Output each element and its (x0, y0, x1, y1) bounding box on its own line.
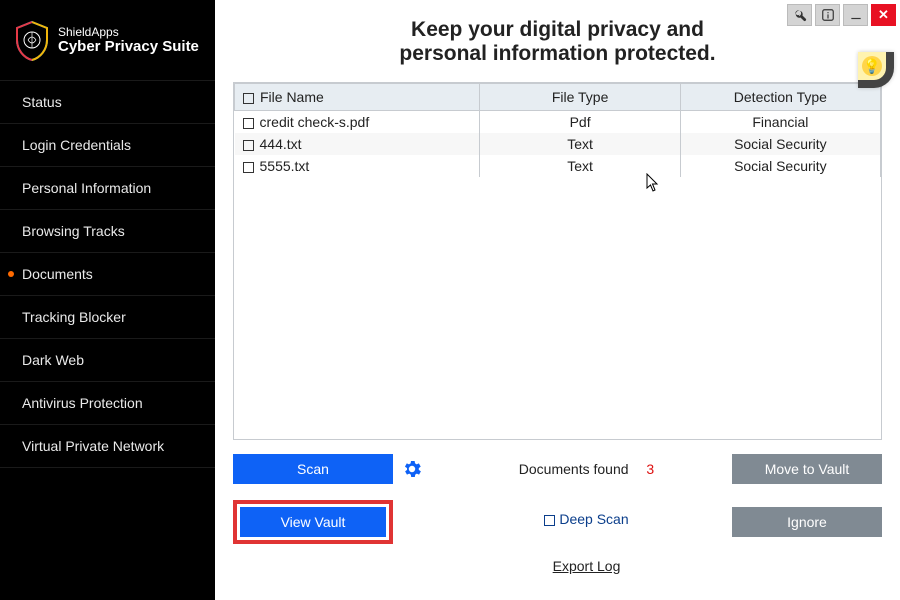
sidebar-item-login-credentials[interactable]: Login Credentials (0, 124, 215, 167)
move-to-vault-button[interactable]: Move to Vault (732, 454, 882, 484)
brand-line2: Cyber Privacy Suite (58, 39, 199, 56)
headline-line2: personal information protected. (255, 42, 860, 66)
select-all-checkbox[interactable] (243, 93, 254, 104)
cell-filetype: Text (480, 133, 680, 155)
cell-filetype: Pdf (480, 111, 680, 134)
cell-filename: 5555.txt (260, 158, 310, 174)
sidebar-item-antivirus-protection[interactable]: Antivirus Protection (0, 382, 215, 425)
scan-button[interactable]: Scan (233, 454, 393, 484)
table-row[interactable]: 444.txt TextSocial Security (235, 133, 881, 155)
cell-filetype: Text (480, 155, 680, 177)
cell-detection: Financial (680, 111, 880, 134)
export-log-link[interactable]: Export Log (449, 558, 724, 574)
cell-filename: 444.txt (260, 136, 302, 152)
info-button[interactable] (815, 4, 840, 26)
bulb-icon: 💡 (862, 56, 882, 76)
deep-scan-label: Deep Scan (559, 511, 628, 527)
results-table: File Name File Type Detection Type credi… (234, 83, 881, 177)
tools-button[interactable] (787, 4, 812, 26)
sidebar-item-documents[interactable]: Documents (0, 253, 215, 296)
col-header-filename[interactable]: File Name (235, 84, 480, 111)
documents-found-count: 3 (646, 461, 654, 477)
view-vault-highlight: View Vault (233, 500, 393, 544)
minimize-button[interactable] (843, 4, 868, 26)
sidebar-item-status[interactable]: Status (0, 81, 215, 124)
cell-detection: Social Security (680, 155, 880, 177)
sidebar-item-label: Browsing Tracks (22, 223, 125, 239)
row-checkbox[interactable] (243, 140, 254, 151)
documents-found-label: Documents found (519, 461, 629, 477)
results-table-wrap: File Name File Type Detection Type credi… (233, 82, 882, 440)
table-row[interactable]: credit check-s.pdf PdfFinancial (235, 111, 881, 134)
row-checkbox[interactable] (243, 162, 254, 173)
sidebar-item-label: Personal Information (22, 180, 151, 196)
scan-settings-button[interactable] (401, 458, 423, 480)
close-button[interactable]: ✕ (871, 4, 896, 26)
titlebar: ✕ (783, 0, 900, 30)
main-area: ✕ Keep your digital privacy and personal… (215, 0, 900, 600)
ignore-button[interactable]: Ignore (732, 507, 882, 537)
col-header-detection[interactable]: Detection Type (680, 84, 880, 111)
cell-filename: credit check-s.pdf (260, 114, 370, 130)
actions-bar: Scan Documents found 3 Move to Vault Vie… (233, 440, 882, 574)
sidebar-item-personal-information[interactable]: Personal Information (0, 167, 215, 210)
content-area: File Name File Type Detection Type credi… (215, 82, 900, 600)
sidebar-item-label: Dark Web (22, 352, 84, 368)
sidebar-nav: Status Login Credentials Personal Inform… (0, 80, 215, 468)
sidebar-item-label: Login Credentials (22, 137, 131, 153)
sidebar-item-dark-web[interactable]: Dark Web (0, 339, 215, 382)
sidebar-item-label: Status (22, 94, 62, 110)
view-vault-button[interactable]: View Vault (240, 507, 386, 537)
deep-scan-toggle[interactable]: Deep Scan (449, 511, 724, 527)
logo-area: ShieldApps Cyber Privacy Suite (0, 0, 215, 80)
table-header-row: File Name File Type Detection Type (235, 84, 881, 111)
sidebar-item-label: Tracking Blocker (22, 309, 126, 325)
sidebar-item-label: Documents (22, 266, 93, 282)
table-row[interactable]: 5555.txt TextSocial Security (235, 155, 881, 177)
sidebar-item-browsing-tracks[interactable]: Browsing Tracks (0, 210, 215, 253)
headline-line1: Keep your digital privacy and (255, 18, 860, 42)
cell-detection: Social Security (680, 133, 880, 155)
shield-logo-icon (14, 20, 50, 62)
sidebar: ShieldApps Cyber Privacy Suite Status Lo… (0, 0, 215, 600)
deep-scan-checkbox[interactable] (544, 515, 555, 526)
col-header-filetype[interactable]: File Type (480, 84, 680, 111)
sidebar-item-vpn[interactable]: Virtual Private Network (0, 425, 215, 468)
sidebar-item-tracking-blocker[interactable]: Tracking Blocker (0, 296, 215, 339)
row-checkbox[interactable] (243, 118, 254, 129)
sidebar-item-label: Antivirus Protection (22, 395, 143, 411)
sidebar-item-label: Virtual Private Network (22, 438, 164, 454)
documents-found: Documents found 3 (449, 461, 724, 477)
brand-text: ShieldApps Cyber Privacy Suite (58, 26, 199, 56)
